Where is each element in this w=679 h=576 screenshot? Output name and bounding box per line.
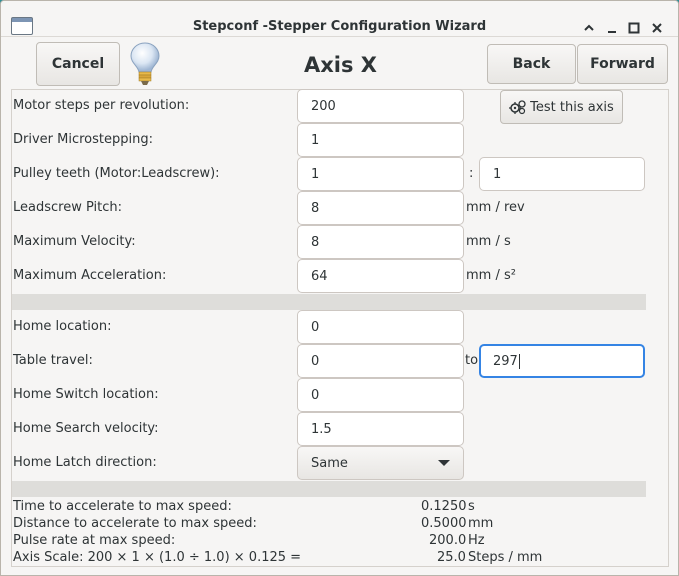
axis-scale-label: Axis Scale: 200 × 1 × (1.0 ÷ 1.0) × 0.12…: [13, 550, 302, 565]
home-search-velocity-label: Home Search velocity:: [13, 421, 159, 436]
leadscrew-pitch-input[interactable]: 8: [297, 191, 464, 225]
microstepping-label: Driver Microstepping:: [13, 132, 153, 147]
separator: [12, 294, 646, 310]
max-velocity-label: Maximum Velocity:: [13, 234, 136, 249]
accel-time-label: Time to accelerate to max speed:: [13, 499, 232, 514]
pulse-rate-unit: Hz: [468, 533, 485, 548]
table-travel-max-value: 297: [493, 353, 518, 369]
chevron-down-icon: [438, 460, 450, 466]
table-travel-label: Table travel:: [13, 353, 93, 368]
stepconf-window: Stepconf -Stepper Configuration Wizard C…: [0, 0, 679, 576]
motor-steps-input[interactable]: 200: [297, 89, 464, 123]
test-axis-label: Test this axis: [530, 99, 614, 115]
accel-distance-label: Distance to accelerate to max speed:: [13, 516, 257, 531]
accel-distance-value: 0.5000: [421, 516, 467, 531]
pulley-separator: :: [469, 166, 474, 181]
home-switch-label: Home Switch location:: [13, 387, 159, 402]
pulley-motor-input[interactable]: 1: [297, 157, 464, 191]
accel-distance-unit: mm: [468, 516, 494, 531]
max-acceleration-input[interactable]: 64: [297, 259, 464, 293]
home-switch-input[interactable]: 0: [297, 378, 464, 412]
home-location-input[interactable]: 0: [297, 310, 464, 344]
motor-steps-label: Motor steps per revolution:: [13, 98, 190, 113]
home-latch-direction-value: Same: [311, 455, 348, 471]
accel-time-unit: s: [468, 499, 475, 514]
minimize-icon[interactable]: [603, 19, 621, 37]
axis-scale-value: 25.0: [437, 550, 466, 565]
pulley-leadscrew-input[interactable]: 1: [479, 157, 645, 191]
title-bar[interactable]: Stepconf -Stepper Configuration Wizard: [1, 1, 678, 37]
max-acceleration-label: Maximum Acceleration:: [13, 268, 167, 283]
gears-icon: [509, 100, 526, 115]
leadscrew-pitch-label: Leadscrew Pitch:: [13, 200, 123, 215]
home-latch-direction-select[interactable]: Same: [297, 446, 464, 480]
text-caret: [518, 353, 520, 369]
back-button[interactable]: Back: [487, 44, 576, 84]
table-travel-to-label: to: [465, 353, 479, 368]
pulse-rate-label: Pulse rate at max speed:: [13, 533, 176, 548]
maximize-icon[interactable]: [625, 19, 643, 37]
home-latch-direction-label: Home Latch direction:: [13, 455, 157, 470]
accel-time-value: 0.1250: [421, 499, 467, 514]
window-title: Stepconf -Stepper Configuration Wizard: [192, 19, 487, 34]
pulley-teeth-label: Pulley teeth (Motor:Leadscrew):: [13, 166, 220, 181]
home-search-velocity-input[interactable]: 1.5: [297, 412, 464, 446]
separator: [12, 481, 646, 497]
leadscrew-pitch-unit: mm / rev: [466, 200, 525, 215]
table-travel-min-input[interactable]: 0: [297, 344, 464, 378]
close-icon[interactable]: [648, 19, 666, 37]
home-location-label: Home location:: [13, 319, 112, 334]
pulse-rate-value: 200.0: [429, 533, 467, 548]
table-travel-max-input[interactable]: 297: [479, 344, 645, 378]
forward-button[interactable]: Forward: [577, 44, 668, 84]
max-acceleration-unit: mm / s²: [466, 268, 516, 283]
max-velocity-unit: mm / s: [466, 234, 511, 249]
max-velocity-input[interactable]: 8: [297, 225, 464, 259]
chevron-up-icon[interactable]: [580, 19, 598, 37]
test-axis-button[interactable]: Test this axis: [500, 90, 623, 124]
axis-scale-unit: Steps / mm: [468, 550, 543, 565]
microstepping-input[interactable]: 1: [297, 123, 464, 157]
